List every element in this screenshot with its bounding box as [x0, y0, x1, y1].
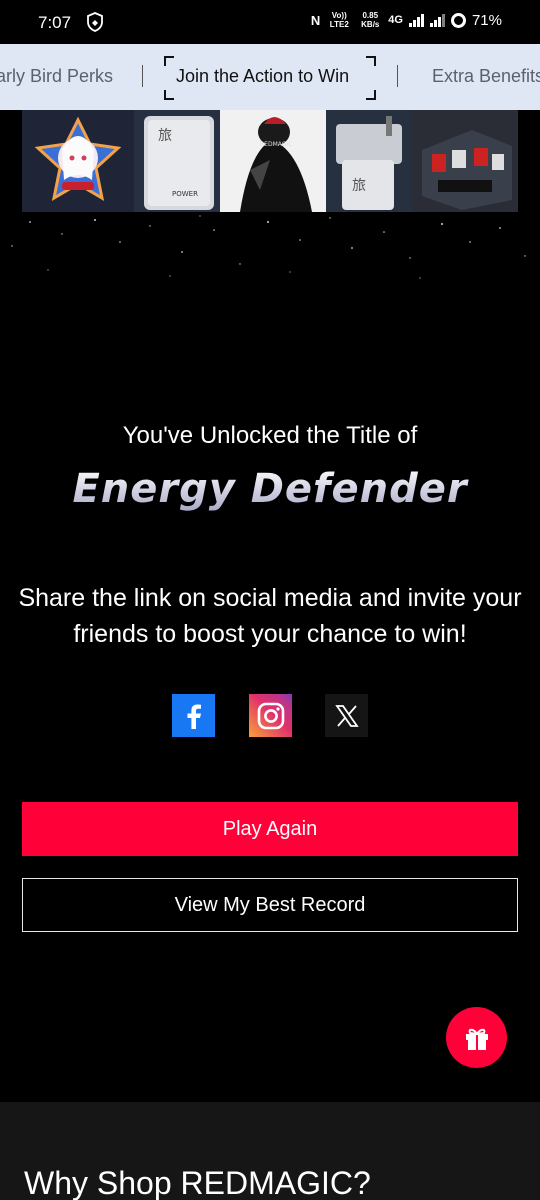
status-time: 7:07: [38, 13, 72, 32]
anime-character-badge-image: [22, 110, 134, 212]
network-type: 4G: [388, 14, 403, 26]
starfield-decoration: [11, 215, 526, 279]
x-share-button[interactable]: [325, 694, 368, 737]
battery-ring-icon: [450, 12, 466, 28]
tab-divider: [397, 65, 398, 87]
facebook-icon: [187, 704, 201, 729]
tab-extra-benefits[interactable]: Extra Benefits: [432, 66, 540, 87]
svg-text:旅: 旅: [158, 128, 172, 144]
svg-text:旅: 旅: [352, 178, 366, 194]
play-again-button[interactable]: Play Again: [22, 802, 518, 856]
tab-corner: [366, 56, 376, 66]
tab-divider: [142, 65, 143, 87]
shield-hand-icon: [87, 12, 103, 32]
tab-early-bird-perks[interactable]: Early Bird Perks: [0, 66, 113, 87]
tab-corner: [366, 90, 376, 100]
tab-corner: [164, 56, 174, 66]
tab-join-the-action[interactable]: Join the Action to Win: [176, 66, 349, 87]
gift-fab-button[interactable]: [446, 1007, 507, 1068]
signal-2-icon: [429, 13, 445, 27]
why-shop-section: Why Shop REDMAGIC?: [0, 1102, 540, 1200]
network-speed: 0.85 KB/s: [361, 11, 380, 29]
prize-banner: 旅 POWER REDMAGIC 旅: [22, 110, 518, 212]
view-best-record-button[interactable]: View My Best Record: [22, 878, 518, 932]
nfc-icon: N: [310, 12, 321, 28]
volte-indicator: Vo)) LTE2: [329, 11, 349, 29]
tab-corner: [164, 90, 174, 100]
instagram-share-button[interactable]: [249, 694, 292, 737]
x-icon: [334, 704, 359, 727]
gaming-room-set-image: [412, 110, 518, 212]
svg-text:POWER: POWER: [172, 190, 198, 198]
signal-icon: [408, 13, 424, 27]
status-indicators: N Vo)) LTE2 0.85 KB/s 4G 71%: [311, 11, 502, 29]
gift-icon: [465, 1028, 488, 1050]
facebook-share-button[interactable]: [172, 694, 215, 737]
instagram-icon: [257, 702, 284, 729]
charger-adapter-image: 旅: [326, 110, 412, 212]
why-shop-heading: Why Shop REDMAGIC?: [24, 1165, 371, 1200]
share-instructions: Share the link on social media and invit…: [18, 584, 522, 648]
unlock-subtitle: You've Unlocked the Title of: [122, 422, 418, 449]
redmagic-figure-image: REDMAGIC: [220, 110, 326, 212]
svg-text:REDMAGIC: REDMAGIC: [260, 141, 292, 148]
power-bank-image: 旅 POWER: [134, 110, 220, 212]
status-bar: 7:07 N Vo)) LTE2 0.85 KB/s 4G 71%: [0, 0, 540, 44]
battery-percent: 71%: [471, 11, 502, 29]
section-tab-strip: Early Bird Perks Join the Action to Win …: [0, 44, 540, 110]
unlocked-title: Energy Defender: [0, 466, 540, 512]
